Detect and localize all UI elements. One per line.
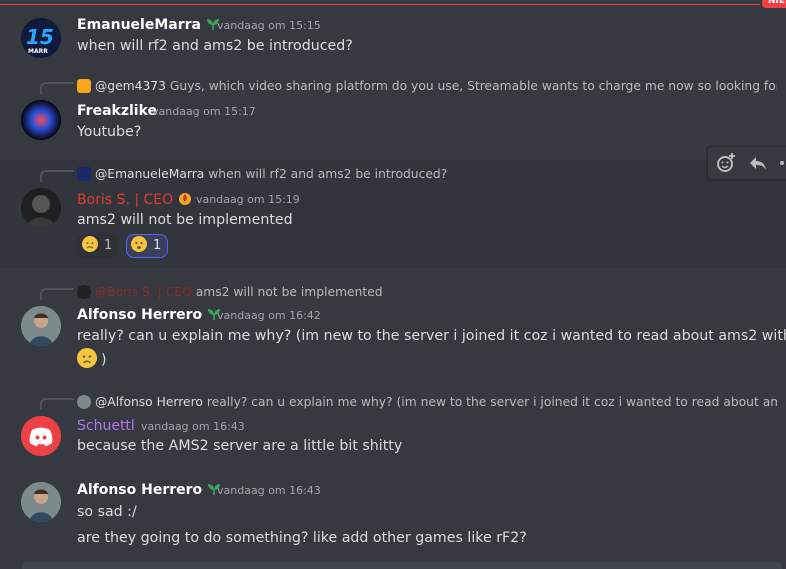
reply-author[interactable]: @Boris S. | CEO	[95, 285, 192, 299]
author-name-text[interactable]: Freakzlike	[77, 103, 157, 119]
reply-author-avatar-icon	[77, 395, 91, 409]
timestamp: vandaag om 15:17	[152, 105, 256, 118]
reply-spine	[40, 170, 74, 182]
author-name[interactable]: Freakzlike	[77, 102, 157, 120]
reply-preview[interactable]: @gem4373 Guys, which video sharing platf…	[77, 78, 777, 94]
reply-author-avatar-icon	[77, 285, 91, 299]
timestamp: vandaag om 16:43	[217, 484, 321, 497]
message-alfonso-2: Alfonso Herrero vandaag om 16:43 so sad …	[0, 474, 786, 556]
scrollbar[interactable]	[779, 20, 786, 560]
reply-preview[interactable]: @Alfonso Herrero really? can u explain m…	[77, 394, 777, 410]
reply-author-avatar-icon	[77, 167, 91, 181]
discord-icon	[77, 79, 91, 93]
message-text-tail: )	[101, 352, 107, 368]
new-messages-divider	[0, 4, 760, 5]
worried-face-icon	[131, 236, 147, 252]
timestamp: vandaag om 16:43	[141, 420, 245, 433]
reply-preview[interactable]: @Boris S. | CEO ams2 will not be impleme…	[77, 284, 777, 300]
reply-spine	[40, 398, 74, 410]
frowning-face-icon	[77, 348, 97, 368]
reply-author[interactable]: @EmanueleMarra	[95, 167, 204, 181]
author-name[interactable]: Boris S. | CEO	[77, 190, 193, 211]
message-text-line2: )	[77, 348, 107, 370]
avatar[interactable]	[21, 482, 61, 522]
avatar[interactable]	[21, 100, 61, 140]
author-name[interactable]: Alfonso Herrero	[77, 306, 222, 326]
author-name-text[interactable]: EmanueleMarra	[77, 17, 201, 33]
reply-spine	[40, 288, 74, 300]
avatar[interactable]	[21, 416, 61, 456]
message-emanuele: 15 MARR EmanueleMarra vandaag om 15:15 w…	[0, 8, 786, 64]
message-text: so sad :/	[77, 504, 137, 520]
message-text: ams2 will not be implemented	[77, 212, 293, 228]
reaction-count: 1	[104, 238, 113, 253]
author-name-text[interactable]: Alfonso Herrero	[77, 307, 202, 323]
message-schuettl: @Alfonso Herrero really? can u explain m…	[0, 388, 786, 468]
author-name-text[interactable]: Schuettl	[77, 418, 135, 434]
message-boris: @EmanueleMarra when will rf2 and ams2 be…	[0, 160, 786, 268]
reply-text: Guys, which video sharing platform do yo…	[169, 79, 777, 93]
message-alfonso-1: @Boris S. | CEO ams2 will not be impleme…	[0, 278, 786, 378]
reply-text: really? can u explain me why? (im new to…	[206, 395, 777, 409]
disappointed-face-icon	[82, 236, 98, 252]
avatar[interactable]	[21, 306, 61, 346]
message-hover-toolbar	[707, 146, 786, 180]
message-text: Youtube?	[77, 124, 142, 140]
timestamp: vandaag om 16:42	[217, 309, 321, 322]
author-name[interactable]: Alfonso Herrero	[77, 481, 222, 501]
reply-author[interactable]: @gem4373	[95, 79, 166, 93]
flame-badge-icon	[177, 190, 193, 211]
message-text: really? can u explain me why? (im new to…	[77, 328, 786, 344]
discord-icon	[21, 416, 61, 456]
reaction-worried[interactable]: 1	[126, 234, 169, 258]
message-freakzlike: @gem4373 Guys, which video sharing platf…	[0, 72, 786, 152]
author-name-text[interactable]: Alfonso Herrero	[77, 482, 202, 498]
message-text-line2: are they going to do something? like add…	[77, 530, 527, 546]
reply-text: ams2 will not be implemented	[195, 285, 383, 299]
reaction-count: 1	[153, 238, 162, 253]
svg-text:MARR: MARR	[28, 48, 48, 55]
message-text: because the AMS2 server are a little bit…	[77, 438, 403, 454]
message-text: when will rf2 and ams2 be introduced?	[77, 38, 353, 54]
reply-text: when will rf2 and ams2 be introduced?	[208, 167, 448, 181]
author-name[interactable]: EmanueleMarra	[77, 16, 221, 36]
new-messages-badge: NIE	[762, 0, 786, 8]
avatar[interactable]	[21, 188, 61, 228]
reply-preview[interactable]: @EmanueleMarra when will rf2 and ams2 be…	[77, 166, 777, 182]
avatar[interactable]: 15 MARR	[21, 18, 61, 58]
author-name-text[interactable]: Boris S. | CEO	[77, 192, 173, 208]
timestamp: vandaag om 15:15	[217, 19, 321, 32]
reaction-disappointed[interactable]: 1	[77, 234, 120, 258]
reply-spine	[40, 82, 74, 94]
svg-text:15: 15	[26, 25, 54, 49]
timestamp: vandaag om 15:19	[196, 193, 300, 206]
reply-icon[interactable]	[746, 151, 770, 175]
reply-author[interactable]: @Alfonso Herrero	[95, 395, 203, 409]
add-reaction-icon[interactable]	[714, 151, 738, 175]
message-input-edge[interactable]	[22, 562, 782, 569]
author-name[interactable]: Schuettl	[77, 417, 135, 435]
